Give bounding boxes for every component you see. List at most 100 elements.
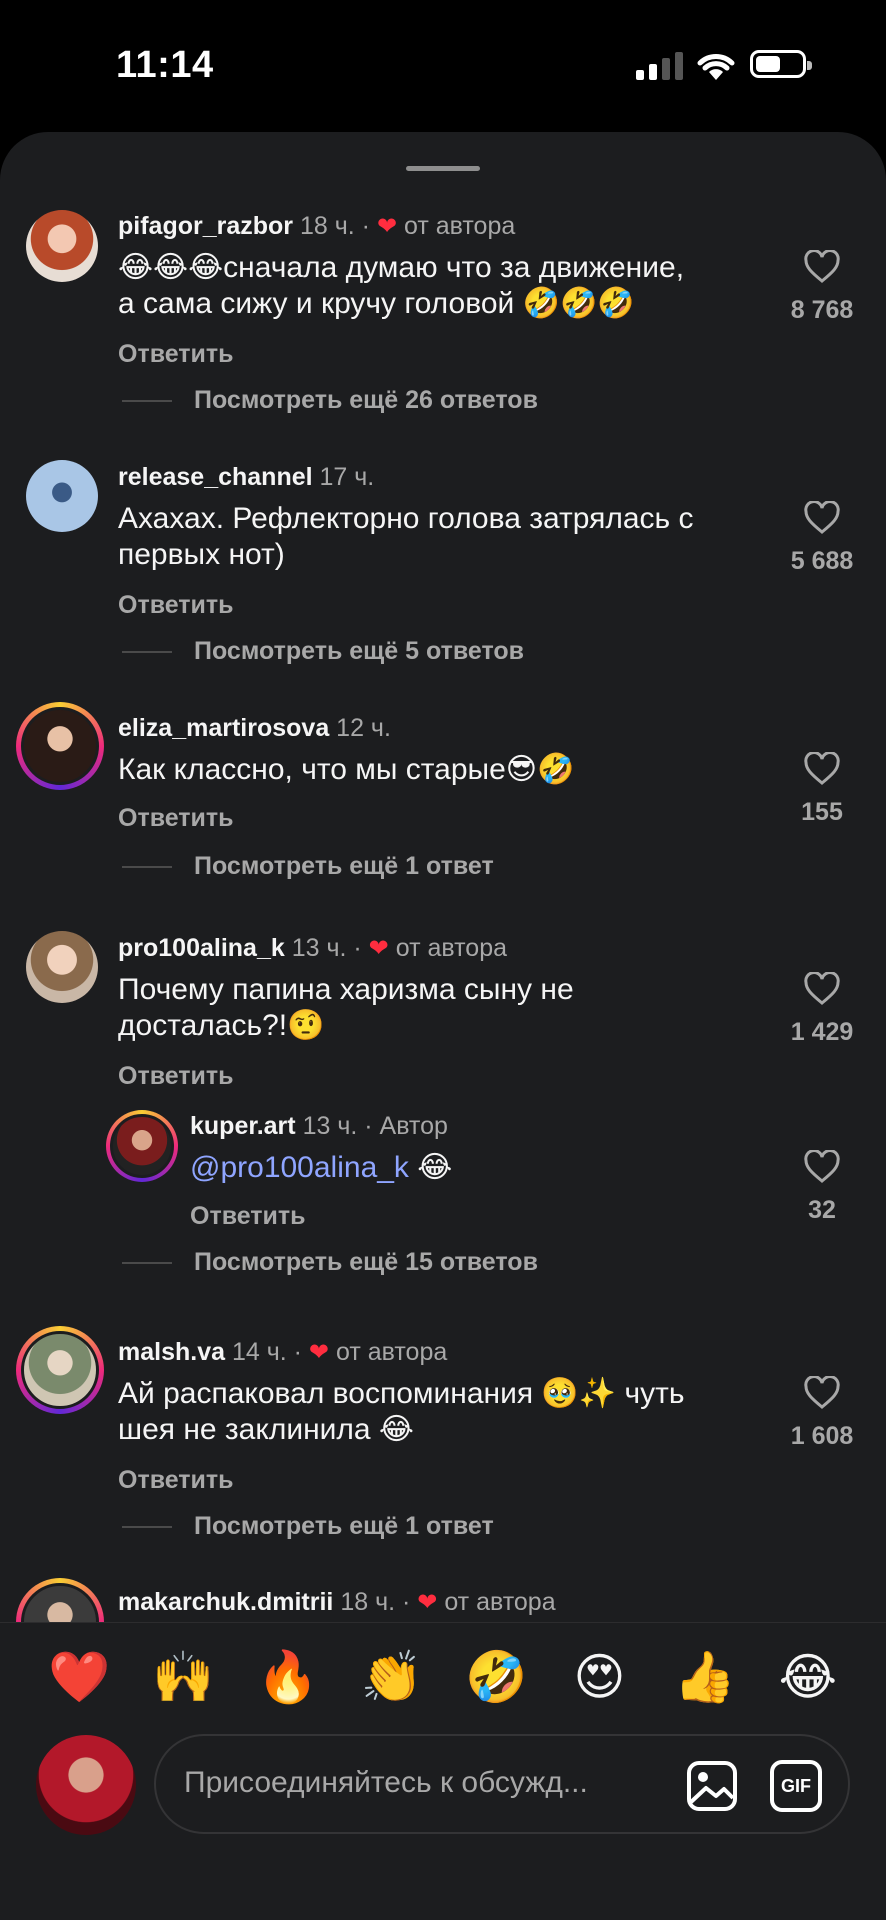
emoji-fire-button[interactable]: 🔥 bbox=[257, 1648, 319, 1707]
heart-filled-icon: ❤ bbox=[368, 935, 389, 962]
like-button[interactable]: 8 768 bbox=[782, 250, 862, 325]
reply-button[interactable]: Ответить bbox=[190, 1202, 306, 1231]
comment-time: 18 ч. bbox=[299, 212, 355, 240]
comment-meta: eliza_martirosova 12 ч. bbox=[118, 714, 391, 743]
like-count: 32 bbox=[808, 1196, 836, 1224]
gif-icon[interactable]: GIF bbox=[770, 1760, 822, 1812]
view-replies-label: Посмотреть ещё 5 ответов bbox=[194, 637, 525, 665]
image-icon[interactable] bbox=[686, 1760, 738, 1812]
mention-link[interactable]: @pro100alina_k bbox=[190, 1151, 409, 1184]
avatar-story-ring[interactable] bbox=[16, 702, 104, 790]
comment-text-line: а сама сижу и кручу головой 🤣🤣🤣 bbox=[118, 287, 635, 320]
heart-outline-icon bbox=[804, 250, 840, 283]
comment-username[interactable]: pro100alina_k bbox=[118, 934, 285, 962]
author-liked-badge: от автора bbox=[335, 1338, 448, 1366]
comment-username[interactable]: eliza_martirosova bbox=[118, 714, 329, 742]
emoji-clap-button[interactable]: 👏 bbox=[361, 1648, 423, 1707]
comment-text: Ай распаковал воспоминания 🥹✨ чуть шея н… bbox=[118, 1376, 684, 1448]
reply-button[interactable]: Ответить bbox=[118, 340, 234, 369]
reply-meta: kuper.art 13 ч. · Автор bbox=[190, 1112, 448, 1140]
view-replies-button[interactable]: Посмотреть ещё 26 ответов bbox=[122, 386, 538, 415]
like-button[interactable]: 155 bbox=[782, 752, 862, 827]
reply-text-tail: 😂 bbox=[408, 1151, 453, 1184]
comment-text-line: Ахахах. Рефлекторно голова затрялась с bbox=[118, 502, 694, 535]
comment-text-line: первых нот) bbox=[118, 538, 285, 571]
comment-text: Ахахах. Рефлекторно голова затрялась с п… bbox=[118, 501, 694, 573]
status-time: 11:14 bbox=[116, 44, 214, 86]
wifi-icon bbox=[697, 54, 735, 80]
battery-icon bbox=[750, 50, 812, 78]
comment-username[interactable]: makarchuk.dmitrii bbox=[118, 1588, 333, 1616]
emoji-reactions-bar: ❤️ 🙌 🔥 👏 🤣 😍 👍 😂 bbox=[0, 1648, 886, 1707]
emoji-rofl-button[interactable]: 🤣 bbox=[465, 1648, 527, 1707]
avatar[interactable] bbox=[26, 210, 98, 282]
like-button[interactable]: 1 429 bbox=[782, 972, 862, 1047]
view-replies-button[interactable]: Посмотреть ещё 1 ответ bbox=[122, 852, 494, 881]
avatar-story-ring[interactable] bbox=[106, 1110, 178, 1182]
like-count: 1 608 bbox=[790, 1422, 854, 1450]
avatar[interactable] bbox=[26, 931, 98, 1003]
view-replies-label: Посмотреть ещё 1 ответ bbox=[194, 1512, 494, 1540]
comment-input[interactable]: Присоединяйтесь к обсужд... GIF bbox=[154, 1734, 850, 1834]
comment-username[interactable]: malsh.va bbox=[118, 1338, 225, 1366]
comment-text: 😂😂😂сначала думаю что за движение, а сама… bbox=[118, 250, 684, 322]
reply-button[interactable]: Ответить bbox=[118, 1466, 234, 1495]
view-replies-label: Посмотреть ещё 15 ответов bbox=[194, 1248, 538, 1276]
view-replies-label: Посмотреть ещё 1 ответ bbox=[194, 852, 494, 880]
author-badge: Автор bbox=[379, 1112, 448, 1140]
comment-input-placeholder: Присоединяйтесь к обсужд... bbox=[184, 1766, 588, 1799]
emoji-raised-hands-button[interactable]: 🙌 bbox=[152, 1648, 214, 1707]
heart-outline-icon bbox=[804, 501, 840, 534]
comments-list[interactable]: pifagor_razbor 18 ч. · ❤ от автора 😂😂😂сн… bbox=[0, 192, 886, 1754]
like-button[interactable]: 32 bbox=[782, 1150, 862, 1225]
comment-username[interactable]: pifagor_razbor bbox=[118, 212, 293, 240]
reply-time: 13 ч. bbox=[302, 1112, 358, 1140]
view-replies-button[interactable]: Посмотреть ещё 15 ответов bbox=[122, 1248, 538, 1277]
comment-text-line: Почему папина харизма сыну не bbox=[118, 973, 574, 1006]
signal-icon bbox=[636, 50, 683, 80]
view-replies-label: Посмотреть ещё 26 ответов bbox=[194, 386, 538, 414]
sheet-grabber[interactable] bbox=[406, 166, 480, 171]
reply-button[interactable]: Ответить bbox=[118, 591, 234, 620]
comment-username[interactable]: release_channel bbox=[118, 463, 313, 491]
emoji-joy-button[interactable]: 😂 bbox=[778, 1648, 838, 1707]
comment-text-line: шея не заклинила 😂 bbox=[118, 1413, 414, 1446]
comment-meta: pifagor_razbor 18 ч. · ❤ от автора bbox=[118, 212, 516, 240]
heart-filled-icon: ❤ bbox=[376, 213, 398, 240]
heart-outline-icon bbox=[804, 1376, 840, 1409]
view-replies-button[interactable]: Посмотреть ещё 5 ответов bbox=[122, 637, 524, 666]
like-button[interactable]: 5 688 bbox=[782, 501, 862, 576]
author-liked-badge: от автора bbox=[395, 934, 508, 962]
comment-text-line: Ай распаковал воспоминания 🥹✨ чуть bbox=[118, 1377, 685, 1410]
author-liked-badge: от автора bbox=[404, 212, 516, 240]
comment-meta: malsh.va 14 ч. · ❤ от автора bbox=[118, 1338, 448, 1366]
like-count: 1 429 bbox=[790, 1018, 854, 1046]
author-liked-badge: от автора bbox=[444, 1588, 556, 1616]
comment-time: 13 ч. bbox=[291, 934, 347, 962]
reply-username[interactable]: kuper.art bbox=[190, 1112, 296, 1140]
avatar[interactable] bbox=[26, 460, 98, 532]
comment-time: 12 ч. bbox=[336, 714, 391, 742]
heart-outline-icon bbox=[804, 1150, 840, 1183]
comment-time: 14 ч. bbox=[231, 1338, 287, 1366]
like-count: 8 768 bbox=[790, 296, 854, 324]
like-count: 5 688 bbox=[790, 547, 854, 575]
status-bar: 11:14 bbox=[0, 0, 886, 130]
comment-meta: release_channel 17 ч. bbox=[118, 463, 374, 492]
comment-meta: makarchuk.dmitrii 18 ч. · ❤ от автора bbox=[118, 1588, 556, 1616]
emoji-heart-button[interactable]: ❤️ bbox=[48, 1648, 110, 1707]
comment-text: Как классно, что мы старые😎🤣 bbox=[118, 753, 575, 786]
like-count: 155 bbox=[801, 798, 843, 826]
reply-button[interactable]: Ответить bbox=[118, 1062, 234, 1091]
like-button[interactable]: 1 608 bbox=[782, 1376, 862, 1451]
comment-text: Почему папина харизма сыну не досталась?… bbox=[118, 972, 574, 1044]
emoji-heart-eyes-button[interactable]: 😍 bbox=[569, 1648, 629, 1707]
avatar-story-ring[interactable] bbox=[16, 1326, 104, 1414]
current-user-avatar bbox=[36, 1735, 136, 1835]
view-replies-button[interactable]: Посмотреть ещё 1 ответ bbox=[122, 1512, 494, 1541]
reply-button[interactable]: Ответить bbox=[118, 804, 234, 833]
comment-meta: pro100alina_k 13 ч. · ❤ от автора bbox=[118, 934, 508, 962]
heart-filled-icon: ❤ bbox=[308, 1339, 330, 1366]
comment-time: 18 ч. bbox=[340, 1588, 396, 1616]
emoji-thumbs-up-button[interactable]: 👍 bbox=[674, 1648, 736, 1707]
